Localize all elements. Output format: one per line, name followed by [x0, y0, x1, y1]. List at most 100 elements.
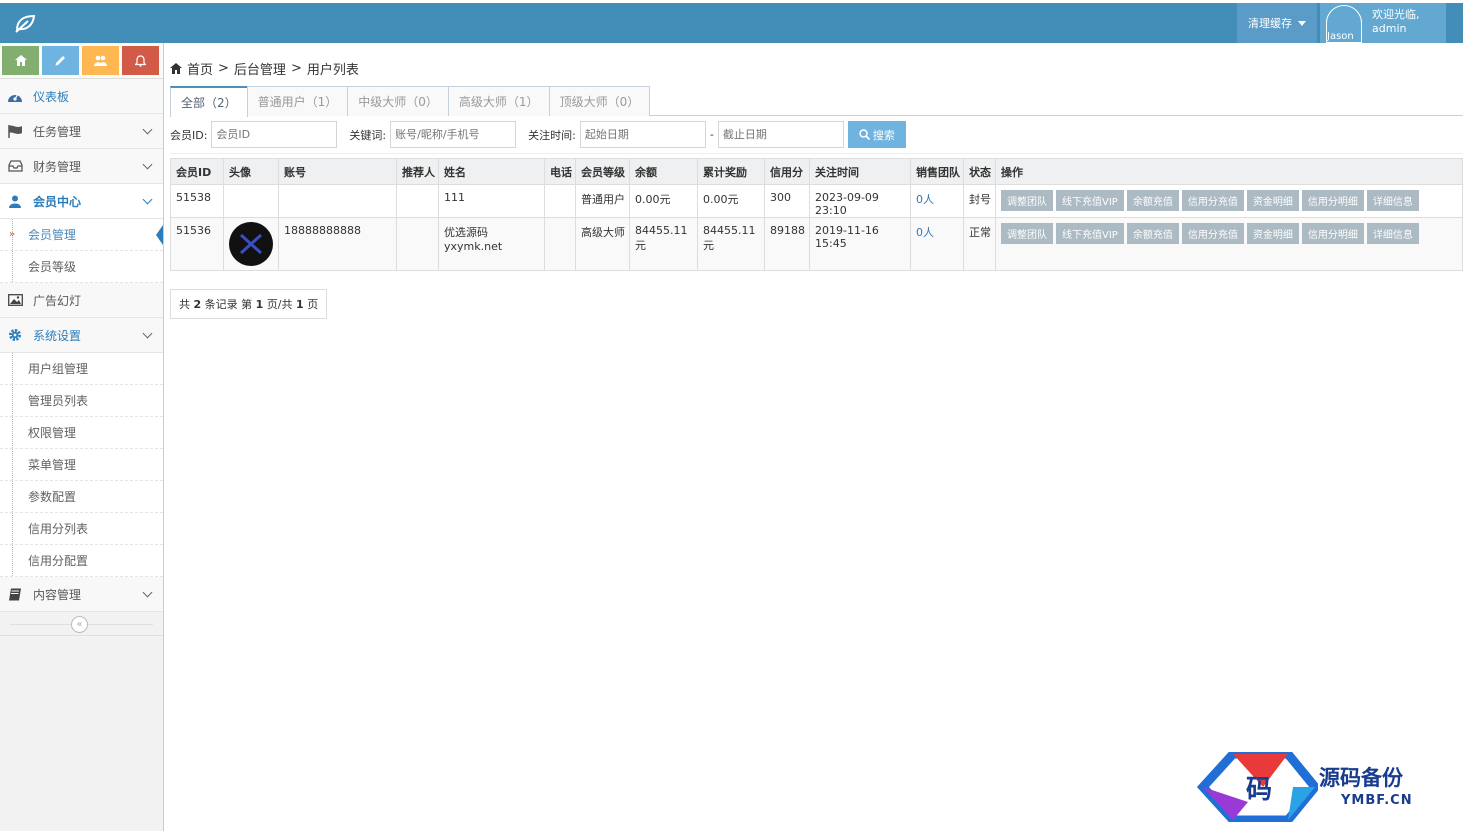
- detail-info-button[interactable]: 详细信息: [1366, 223, 1419, 244]
- col-header: 头像: [223, 158, 279, 185]
- offline-vip-recharge-button[interactable]: 线下充值VIP: [1056, 223, 1124, 244]
- logo-x-icon: [239, 233, 263, 255]
- sidebar-subitem-member-level[interactable]: 会员等级: [0, 251, 163, 283]
- keyword-label: 关键词:: [349, 128, 387, 142]
- member-id-label: 会员ID:: [170, 128, 208, 142]
- double-angle-right-icon: »: [9, 229, 16, 240]
- sidebar: 仪表板 任务管理 财务管理 会员中心 » 会员管理 会员等级 广告幻灯 系统设置…: [0, 43, 164, 831]
- watermark-logo: 码 源码备份 YMBF.CN: [1193, 749, 1448, 825]
- cell-credit: 89188: [764, 217, 810, 271]
- sidebar-subitem-params[interactable]: 参数配置: [0, 481, 163, 513]
- credit-recharge-button[interactable]: 信用分充值: [1181, 223, 1244, 244]
- table-header-row: 会员ID 头像 账号 推荐人 姓名 电话 会员等级 余额 累计奖励 信用分 关注…: [170, 158, 1463, 185]
- detail-info-button[interactable]: 详细信息: [1366, 190, 1419, 211]
- credit-recharge-button[interactable]: 信用分充值: [1181, 190, 1244, 211]
- chevron-down-icon: [142, 328, 153, 339]
- sales-team-link[interactable]: 0人: [916, 226, 934, 239]
- clear-cache-button[interactable]: 清理缓存: [1237, 3, 1317, 43]
- cell-name: 111: [438, 184, 545, 218]
- subitem-label: 信用分配置: [28, 554, 89, 568]
- sidebar-subitem-credit-config[interactable]: 信用分配置: [0, 545, 163, 577]
- shortcut-edit-button[interactable]: [42, 46, 79, 75]
- tab-normal-user[interactable]: 普通用户（1）: [246, 86, 349, 116]
- breadcrumb-admin-link[interactable]: 后台管理: [234, 59, 286, 78]
- adjust-team-button[interactable]: 调整团队: [1001, 190, 1053, 211]
- chevron-down-icon: [142, 194, 153, 205]
- search-button-label: 搜索: [872, 128, 895, 142]
- end-date-input[interactable]: [717, 121, 844, 148]
- credit-detail-button[interactable]: 信用分明细: [1301, 190, 1364, 211]
- date-separator: -: [709, 128, 714, 141]
- tab-senior-master[interactable]: 高级大师（1）: [447, 86, 550, 116]
- col-header: 状态: [963, 158, 996, 185]
- credit-detail-button[interactable]: 信用分明细: [1301, 223, 1364, 244]
- keyword-input[interactable]: [390, 121, 517, 148]
- cell-account: 18888888888: [278, 217, 397, 271]
- sidebar-item-ads[interactable]: 广告幻灯: [0, 283, 163, 318]
- subitem-label: 管理员列表: [28, 394, 89, 408]
- sales-team-link[interactable]: 0人: [916, 193, 934, 206]
- fund-detail-button[interactable]: 资金明细: [1246, 190, 1299, 211]
- sidebar-item-dashboard[interactable]: 仪表板: [0, 79, 163, 114]
- breadcrumb-separator: >: [218, 60, 229, 76]
- sidebar-subitem-permissions[interactable]: 权限管理: [0, 417, 163, 449]
- flag-icon: [7, 124, 23, 138]
- tab-intermediate-master[interactable]: 中级大师（0）: [347, 86, 449, 116]
- breadcrumb-home-link[interactable]: 首页: [187, 59, 213, 78]
- pager-mid1: 条记录 第: [204, 298, 253, 311]
- leaf-logo-icon[interactable]: [14, 13, 36, 33]
- search-bar: 会员ID: 关键词: 关注时间: - 搜索: [170, 116, 1463, 154]
- pager-suffix: 页: [307, 298, 319, 311]
- sidebar-item-label: 仪表板: [33, 89, 70, 104]
- shortcut-bell-button[interactable]: [122, 46, 159, 75]
- cell-balance: 84455.11元: [629, 217, 698, 271]
- shortcut-home-button[interactable]: [2, 46, 39, 75]
- start-date-input[interactable]: [579, 121, 706, 148]
- inbox-icon: [7, 159, 23, 173]
- sidebar-shortcuts: [0, 43, 163, 79]
- cell-status: 封号: [963, 184, 996, 218]
- sidebar-item-tasks[interactable]: 任务管理: [0, 114, 163, 149]
- bell-icon: [135, 54, 146, 67]
- cell-status: 正常: [963, 217, 996, 271]
- tab-all[interactable]: 全部（2）: [170, 86, 248, 117]
- member-id-input[interactable]: [211, 121, 338, 148]
- sidebar-subitem-admin-list[interactable]: 管理员列表: [0, 385, 163, 417]
- balance-recharge-button[interactable]: 余额充值: [1126, 190, 1179, 211]
- sidebar-item-label: 系统设置: [33, 328, 82, 343]
- cell-reward: 84455.11元: [697, 217, 765, 271]
- adjust-team-button[interactable]: 调整团队: [1001, 223, 1053, 244]
- sidebar-subitem-member-manage[interactable]: » 会员管理: [0, 219, 163, 251]
- balance-recharge-button[interactable]: 余额充值: [1126, 223, 1179, 244]
- col-header: 账号: [278, 158, 397, 185]
- sidebar-subitem-usergroup[interactable]: 用户组管理: [0, 353, 163, 385]
- table-row: 51536 18888888888 优选源码yxymk.net 高级大师 844…: [170, 217, 1463, 271]
- col-header: 推荐人: [396, 158, 439, 185]
- sidebar-subitem-menu-manage[interactable]: 菜单管理: [0, 449, 163, 481]
- offline-vip-recharge-button[interactable]: 线下充值VIP: [1056, 190, 1124, 211]
- double-angle-left-icon[interactable]: «: [71, 616, 88, 633]
- fund-detail-button[interactable]: 资金明细: [1246, 223, 1299, 244]
- col-header: 会员ID: [170, 158, 224, 185]
- search-button[interactable]: 搜索: [847, 121, 906, 148]
- sidebar-item-content[interactable]: 内容管理: [0, 577, 163, 612]
- subitem-label: 参数配置: [28, 490, 77, 504]
- sidebar-item-label: 广告幻灯: [33, 293, 82, 308]
- row-actions: 调整团队 线下充值VIP 余额充值 信用分充值 资金明细 信用分明细 详细信息: [1001, 190, 1458, 211]
- pagination-info: 共 2 条记录 第 1 页/共 1 页: [170, 289, 328, 319]
- sidebar-item-member-center[interactable]: 会员中心: [0, 184, 163, 219]
- shortcut-users-button[interactable]: [82, 46, 119, 75]
- tab-top-master[interactable]: 顶级大师（0）: [548, 86, 651, 116]
- dashboard-icon: [7, 89, 23, 103]
- sidebar-item-system-settings[interactable]: 系统设置: [0, 318, 163, 353]
- sidebar-subitem-credit-list[interactable]: 信用分列表: [0, 513, 163, 545]
- follow-time-label: 关注时间:: [528, 128, 576, 142]
- user-menu[interactable]: Jason 欢迎光临, admin: [1320, 3, 1446, 43]
- username: admin: [1372, 22, 1407, 35]
- subitem-label: 会员管理: [28, 228, 77, 242]
- cell-referrer: [396, 217, 439, 271]
- welcome-label: 欢迎光临,: [1372, 8, 1420, 21]
- member-avatar: [229, 222, 273, 266]
- search-icon: [859, 129, 870, 140]
- sidebar-item-finance[interactable]: 财务管理: [0, 149, 163, 184]
